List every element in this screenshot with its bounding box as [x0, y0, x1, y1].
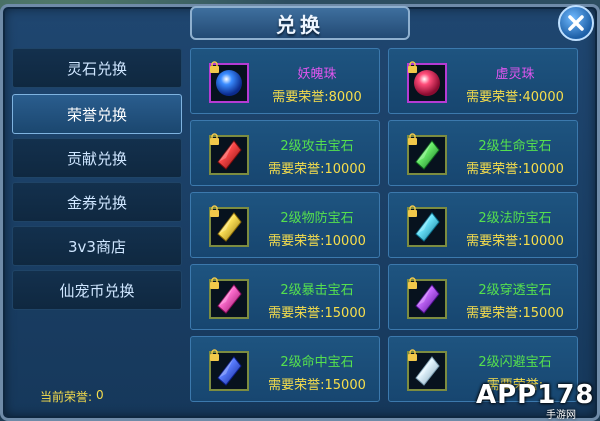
- item-icon-frame: [209, 205, 249, 247]
- exchange-item-card[interactable]: 妖魄珠需要荣誉:8000: [190, 48, 380, 114]
- item-name: 2级暴击宝石: [280, 283, 354, 298]
- lock-icon: [210, 61, 219, 73]
- item-price: 需要荣誉:15000: [257, 302, 377, 321]
- item-price-label: 需要荣誉:: [466, 162, 523, 177]
- title-bar: 兑换: [190, 6, 410, 40]
- close-button[interactable]: [558, 5, 594, 41]
- item-price: 需要荣誉:8000: [257, 86, 377, 105]
- lock-icon: [408, 205, 417, 217]
- item-price-value: 15000: [522, 306, 564, 321]
- watermark-logo-text: APP178: [476, 380, 595, 410]
- item-price-value: 10000: [324, 162, 366, 177]
- item-name: 妖魄珠: [297, 67, 337, 82]
- item-price-value: 10000: [324, 234, 366, 249]
- item-name: 2级攻击宝石: [280, 139, 354, 154]
- item-price: 需要荣誉:15000: [257, 374, 377, 393]
- item-price-label: 需要荣誉:: [268, 234, 325, 249]
- item-name: 2级穿透宝石: [478, 283, 552, 298]
- sidebar-item-label: 金券兑换: [66, 193, 127, 212]
- exchange-item-card[interactable]: 2级穿透宝石需要荣誉:15000: [388, 264, 578, 330]
- close-icon: [568, 15, 584, 31]
- lock-icon: [210, 133, 219, 145]
- sidebar: 灵石兑换 荣誉兑换 贡献兑换 金券兑换 3v3商店 仙宠币兑换: [12, 48, 182, 360]
- item-price-label: 需要荣誉:: [466, 234, 523, 249]
- item-price: 需要荣誉:40000: [455, 86, 575, 105]
- item-price: 需要荣誉:10000: [455, 158, 575, 177]
- item-price-label: 需要荣誉:: [466, 306, 523, 321]
- item-price-value: 8000: [328, 90, 362, 105]
- item-icon-frame: [209, 61, 249, 103]
- sidebar-item-3v3-shop[interactable]: 3v3商店: [12, 226, 182, 266]
- item-price: 需要荣誉:10000: [257, 230, 377, 249]
- sidebar-item-label: 荣誉兑换: [66, 105, 127, 124]
- item-price-value: 15000: [324, 306, 366, 321]
- item-icon-frame: [407, 205, 447, 247]
- item-price-label: 需要荣誉:: [272, 90, 329, 105]
- item-name: 虚灵珠: [495, 67, 535, 82]
- item-price-value: 40000: [522, 90, 564, 105]
- item-name: 2级闪避宝石: [478, 355, 552, 370]
- item-price-label: 需要荣誉:: [268, 162, 325, 177]
- item-icon-frame: [209, 277, 249, 319]
- item-name: 2级法防宝石: [478, 211, 552, 226]
- sidebar-item-label: 仙宠币兑换: [59, 281, 135, 300]
- lock-icon: [408, 133, 417, 145]
- watermark-sub-text: 手游网: [546, 410, 576, 421]
- exchange-item-card[interactable]: 2级暴击宝石需要荣誉:15000: [190, 264, 380, 330]
- item-name: 2级物防宝石: [280, 211, 354, 226]
- window-title: 兑换: [276, 12, 324, 37]
- current-honor-label: 当前荣誉:: [40, 390, 93, 404]
- sidebar-item-label: 灵石兑换: [66, 59, 127, 78]
- lock-icon: [210, 205, 219, 217]
- lock-icon: [408, 61, 417, 73]
- item-name: 2级生命宝石: [478, 139, 552, 154]
- item-price-value: 15000: [324, 378, 366, 393]
- exchange-item-card[interactable]: 2级生命宝石需要荣誉:10000: [388, 120, 578, 186]
- item-price: 需要荣誉:10000: [455, 230, 575, 249]
- item-price-label: 需要荣誉:: [268, 306, 325, 321]
- item-icon-frame: [407, 61, 447, 103]
- item-icon-frame: [209, 349, 249, 391]
- sidebar-item-label: 贡献兑换: [66, 149, 127, 168]
- exchange-item-card[interactable]: 2级法防宝石需要荣誉:10000: [388, 192, 578, 258]
- lock-icon: [408, 277, 417, 289]
- item-price: 需要荣誉:10000: [257, 158, 377, 177]
- sidebar-item-label: 3v3商店: [68, 237, 126, 256]
- item-price-value: 10000: [522, 162, 564, 177]
- item-price: 需要荣誉:15000: [455, 302, 575, 321]
- watermark: APP178 手游网: [470, 370, 600, 421]
- current-honor-value: 0: [96, 388, 104, 402]
- item-price-value: 10000: [522, 234, 564, 249]
- item-icon-frame: [209, 133, 249, 175]
- lock-icon: [210, 277, 219, 289]
- exchange-item-card[interactable]: 2级攻击宝石需要荣誉:10000: [190, 120, 380, 186]
- exchange-item-card[interactable]: 2级命中宝石需要荣誉:15000: [190, 336, 380, 402]
- lock-icon: [210, 349, 219, 361]
- item-price-label: 需要荣誉:: [466, 90, 523, 105]
- item-icon-frame: [407, 133, 447, 175]
- sidebar-item-lingshi[interactable]: 灵石兑换: [12, 48, 182, 88]
- sidebar-item-gongxian[interactable]: 贡献兑换: [12, 138, 182, 178]
- item-icon-frame: [407, 277, 447, 319]
- sidebar-item-jinquan[interactable]: 金券兑换: [12, 182, 182, 222]
- item-icon-frame: [407, 349, 447, 391]
- exchange-item-card[interactable]: 虚灵珠需要荣誉:40000: [388, 48, 578, 114]
- exchange-grid: 妖魄珠 需要荣誉:8000 虚灵珠 需要荣誉:40000 2级攻击宝石 需要荣誉:10…: [190, 48, 586, 412]
- lock-icon: [408, 349, 417, 361]
- current-honor: 当前荣誉: 0: [40, 388, 104, 405]
- item-name: 2级命中宝石: [280, 355, 354, 370]
- item-price-label: 需要荣誉:: [268, 378, 325, 393]
- sidebar-item-rongyu[interactable]: 荣誉兑换: [12, 94, 182, 134]
- exchange-item-card[interactable]: 2级物防宝石需要荣誉:10000: [190, 192, 380, 258]
- sidebar-item-xianchong[interactable]: 仙宠币兑换: [12, 270, 182, 310]
